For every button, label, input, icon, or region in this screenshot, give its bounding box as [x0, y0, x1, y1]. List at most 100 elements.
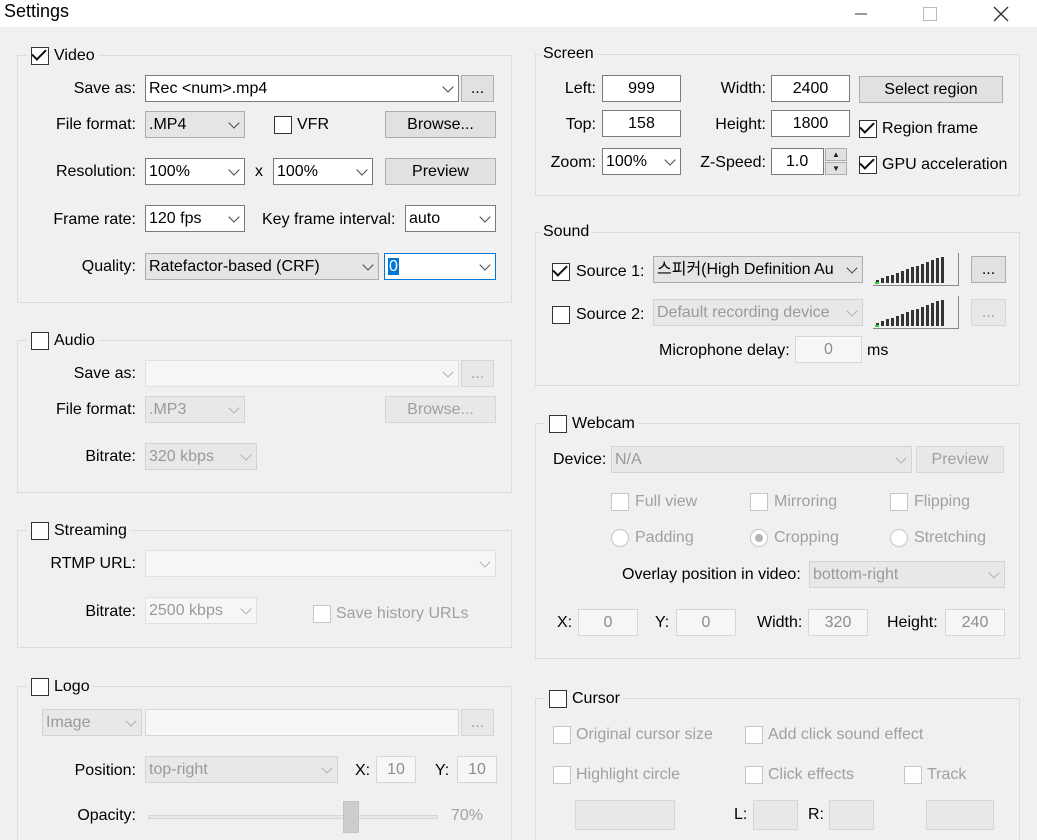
source1-more-button[interactable]: ...	[971, 256, 1006, 283]
save-history-checkbox[interactable]	[313, 605, 331, 623]
gpu-acceleration-checkbox[interactable]	[859, 154, 877, 174]
screen-left-input[interactable]: 999	[602, 75, 681, 102]
audio-enable-checkbox[interactable]	[31, 332, 49, 350]
source2-more-button[interactable]: ...	[971, 299, 1006, 326]
frame-rate-select[interactable]: 120 fps	[145, 205, 245, 232]
overlay-position-select[interactable]: bottom-right	[809, 561, 1005, 588]
stretching-radio[interactable]	[890, 529, 908, 547]
keyframe-select[interactable]: auto	[405, 205, 496, 232]
webcam-enable-checkbox[interactable]	[549, 415, 567, 433]
logo-browse-button[interactable]: ...	[461, 709, 494, 736]
audio-title: Audio	[54, 332, 95, 349]
audio-bitrate-select[interactable]: 320 kbps	[145, 443, 257, 470]
volume-bar	[936, 258, 939, 283]
audio-save-as-combo[interactable]	[145, 360, 459, 387]
full-view-label: Full view	[635, 493, 698, 510]
source2-checkbox[interactable]	[552, 306, 570, 324]
quality-mode-select[interactable]: Ratefactor-based (CRF)	[145, 253, 379, 280]
click-effects-checkbox[interactable]	[745, 766, 763, 784]
region-frame-label: Region frame	[882, 120, 979, 137]
maximize-button[interactable]	[907, 0, 953, 27]
click-sound-checkbox[interactable]	[745, 726, 763, 744]
cropping-label: Cropping	[774, 529, 839, 546]
webcam-y-input[interactable]: 0	[676, 609, 736, 636]
video-save-as-browse-button[interactable]: ...	[461, 75, 494, 102]
close-button[interactable]	[978, 0, 1024, 27]
original-cursor-size-checkbox[interactable]	[553, 726, 571, 744]
source1-select[interactable]: 스피커(High Definition Au	[653, 256, 863, 283]
screen-width-input[interactable]: 2400	[771, 75, 850, 102]
track-checkbox[interactable]	[904, 766, 922, 784]
right-click-label: R:	[808, 806, 824, 823]
logo-enable-checkbox[interactable]	[31, 678, 49, 696]
source1-value: 스피커(High Definition Au	[657, 261, 834, 278]
webcam-height-input[interactable]: 240	[945, 609, 1005, 636]
streaming-bitrate-select[interactable]: 2500 kbps	[145, 597, 257, 624]
screen-height-input[interactable]: 1800	[771, 110, 850, 137]
source1-volume-meter[interactable]	[873, 253, 959, 286]
track-color-button[interactable]	[926, 800, 994, 830]
highlight-color-button[interactable]	[575, 800, 675, 830]
chevron-down-icon	[228, 164, 240, 176]
video-preview-button[interactable]: Preview	[385, 158, 496, 185]
flipping-checkbox[interactable]	[890, 493, 908, 511]
padding-radio[interactable]	[611, 529, 629, 547]
cursor-enable-checkbox[interactable]	[549, 690, 567, 708]
logo-position-value: top-right	[149, 761, 208, 778]
vfr-checkbox[interactable]	[274, 116, 292, 134]
logo-y-input[interactable]: 10	[457, 756, 497, 783]
full-view-checkbox[interactable]	[611, 493, 629, 511]
logo-path-input[interactable]	[145, 709, 459, 736]
opacity-slider-thumb[interactable]	[343, 801, 359, 833]
zoom-select[interactable]: 100%	[602, 148, 681, 175]
resolution-width-select[interactable]: 100%	[145, 158, 245, 185]
device-select[interactable]: N/A	[611, 446, 912, 473]
logo-x-input[interactable]: 10	[376, 756, 416, 783]
source2-select[interactable]: Default recording device	[653, 299, 863, 326]
chevron-down-icon	[442, 366, 454, 378]
chevron-down-icon	[321, 762, 333, 774]
source1-checkbox[interactable]	[552, 261, 570, 281]
streaming-enable-checkbox[interactable]	[31, 522, 49, 540]
select-region-button[interactable]: Select region	[859, 76, 1003, 103]
audio-file-format-select[interactable]: .MP3	[145, 396, 245, 423]
volume-bar	[926, 305, 929, 326]
region-frame-checkbox[interactable]	[859, 118, 877, 138]
quality-value-combo[interactable]: 0	[384, 253, 496, 280]
video-browse-button[interactable]: Browse...	[385, 111, 496, 138]
opacity-label: Opacity:	[77, 807, 136, 824]
highlight-circle-checkbox[interactable]	[553, 766, 571, 784]
source2-volume-meter[interactable]	[873, 296, 959, 329]
minimize-button[interactable]	[838, 0, 884, 27]
zspeed-input[interactable]: 1.0	[771, 148, 824, 175]
video-file-format-label: File format:	[55, 116, 136, 133]
spin-up-icon[interactable]: ▲	[825, 148, 847, 161]
video-save-as-combo[interactable]: Rec <num>.mp4	[145, 75, 459, 102]
cropping-radio[interactable]	[750, 529, 768, 547]
screen-top-input[interactable]: 158	[602, 110, 681, 137]
audio-save-as-browse-button[interactable]: ...	[461, 360, 494, 387]
logo-type-select[interactable]: Image	[42, 709, 142, 736]
rtmp-url-combo[interactable]	[145, 550, 496, 577]
chevron-down-icon	[442, 81, 454, 93]
webcam-x-input[interactable]: 0	[578, 609, 638, 636]
webcam-width-input[interactable]: 320	[808, 609, 868, 636]
right-click-color-button[interactable]	[829, 800, 874, 830]
video-enable-checkbox[interactable]	[31, 45, 49, 65]
left-click-color-button[interactable]	[753, 800, 798, 830]
track-label: Track	[927, 766, 967, 783]
webcam-preview-button[interactable]: Preview	[916, 446, 1004, 473]
video-file-format-select[interactable]: .MP4	[145, 111, 245, 138]
resolution-height-select[interactable]: 100%	[273, 158, 373, 185]
cursor-title: Cursor	[572, 690, 621, 707]
sound-title: Sound	[540, 223, 593, 241]
audio-browse-button[interactable]: Browse...	[385, 396, 496, 423]
mic-delay-input[interactable]: 0	[795, 336, 862, 363]
chevron-down-icon	[356, 164, 368, 176]
logo-position-select[interactable]: top-right	[145, 756, 338, 783]
zspeed-spinner[interactable]: ▲ ▼	[825, 148, 847, 175]
volume-bar	[886, 319, 889, 326]
spin-down-icon[interactable]: ▼	[825, 162, 847, 175]
mirroring-checkbox[interactable]	[750, 493, 768, 511]
volume-level-indicator	[875, 325, 879, 327]
